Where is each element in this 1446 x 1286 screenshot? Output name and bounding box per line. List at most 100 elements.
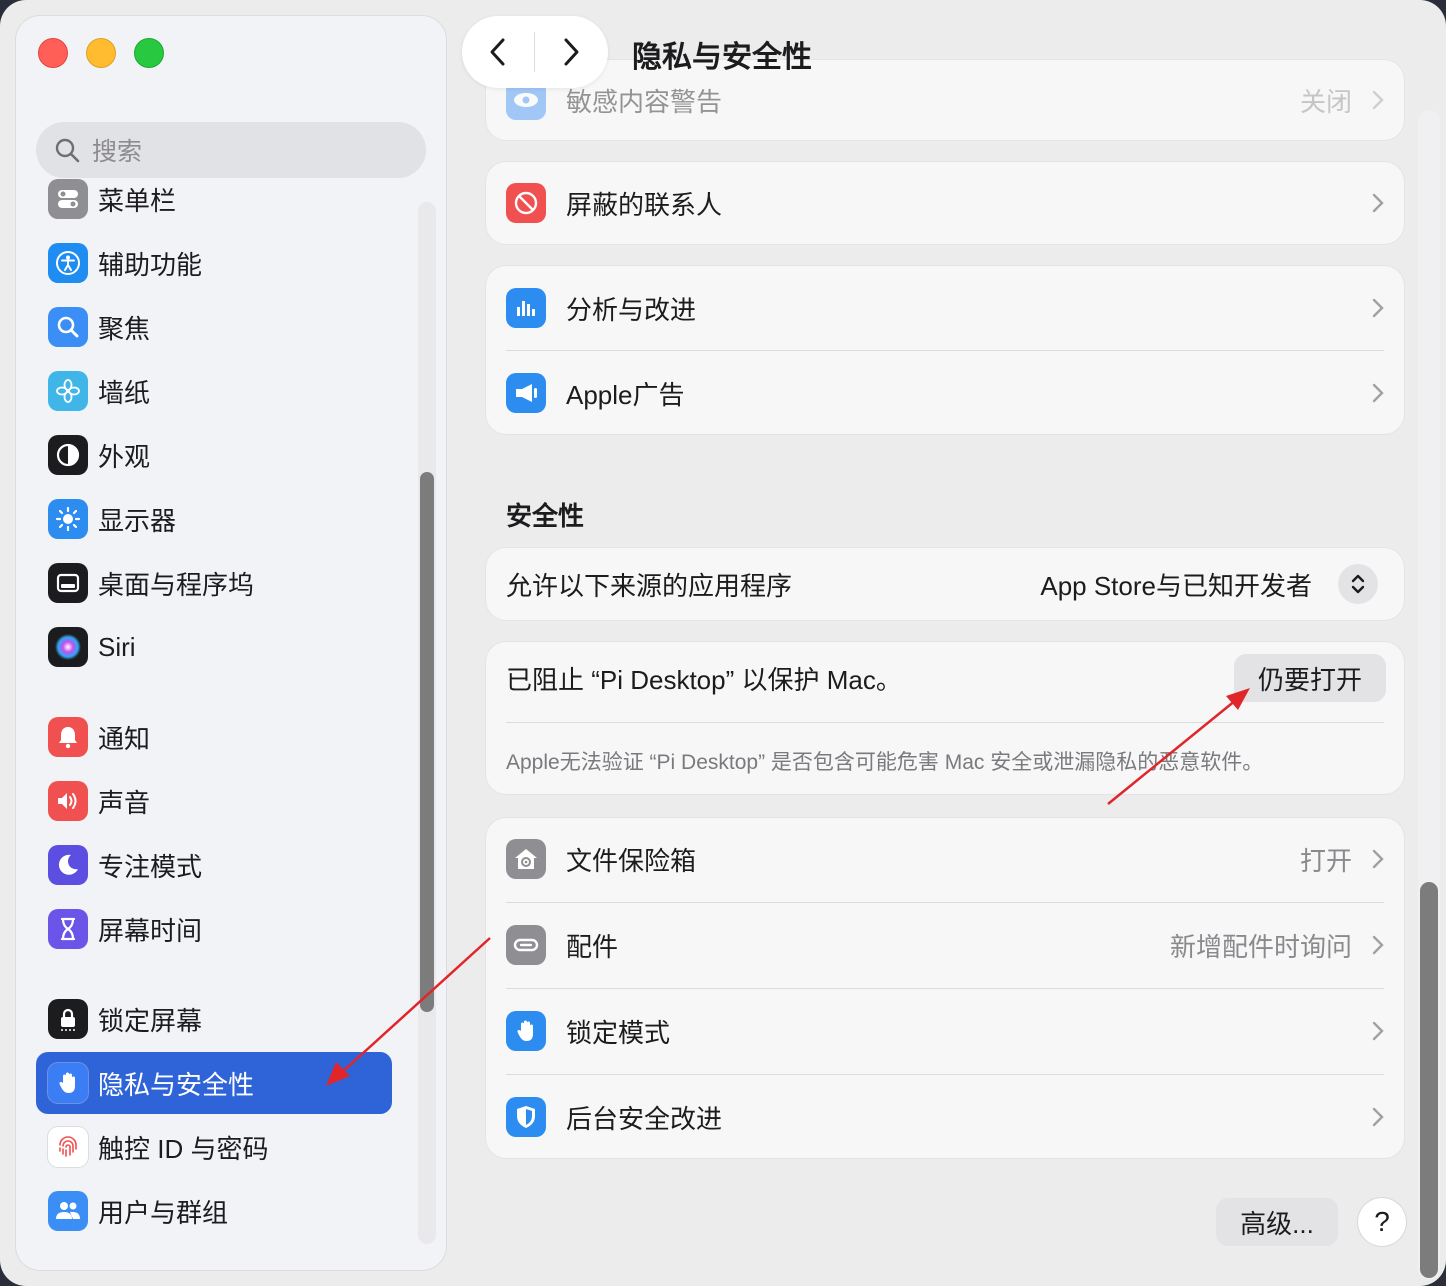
- sidebar-item-label: 显示器: [98, 505, 177, 536]
- main-scroll-thumb[interactable]: [1420, 882, 1438, 1278]
- sidebar-item-label: 桌面与程序坞: [98, 569, 255, 600]
- sidebar-item-displays[interactable]: 显示器: [36, 488, 392, 550]
- filevault-row[interactable]: 文件保险箱 打开: [486, 839, 1404, 879]
- divider: [506, 722, 1384, 723]
- sensitive-content-row[interactable]: 敏感内容警告 关闭: [486, 80, 1404, 120]
- sidebar-item-lock-screen[interactable]: 锁定屏幕: [36, 988, 392, 1050]
- lock-screen-icon: [48, 999, 88, 1039]
- users-icon: [48, 1191, 88, 1231]
- sidebar-item-spotlight[interactable]: 聚焦: [36, 296, 392, 358]
- lockdown-mode-row[interactable]: 锁定模式: [486, 1011, 1404, 1051]
- blocked-app-card: 已阻止 “Pi Desktop” 以保护 Mac。 仍要打开 Apple无法验证…: [486, 642, 1404, 794]
- accessory-connector-icon: [506, 925, 546, 965]
- chevron-left-icon: [490, 38, 505, 66]
- close-window-button[interactable]: [38, 38, 68, 68]
- sidebar-item-appearance[interactable]: 外观: [36, 424, 392, 486]
- allow-apps-label: 允许以下来源的应用程序: [506, 570, 793, 601]
- accessories-label: 配件: [566, 931, 619, 962]
- help-button[interactable]: ?: [1358, 1198, 1406, 1246]
- accessibility-icon: [48, 243, 88, 283]
- privacy-hand-icon: [48, 1063, 88, 1103]
- sidebar-item-label: 触控 ID 与密码: [98, 1133, 269, 1164]
- allow-apps-value[interactable]: App Store与已知开发者: [1040, 566, 1312, 603]
- apple-ads-label: Apple广告: [566, 379, 685, 410]
- background-security-label: 后台安全改进: [566, 1103, 723, 1134]
- page-title: 隐私与安全性: [632, 41, 812, 74]
- zoom-window-button[interactable]: [134, 38, 164, 68]
- sidebar-scroll-thumb[interactable]: [420, 472, 434, 1012]
- sidebar-item-users-groups[interactable]: 用户与群组: [36, 1180, 392, 1242]
- chevron-right-icon: [1372, 1021, 1384, 1041]
- sidebar-item-menubar[interactable]: 菜单栏: [36, 168, 392, 230]
- shield-icon: [506, 1097, 546, 1137]
- sidebar-item-label: 聚焦: [98, 313, 151, 344]
- chevron-right-icon: [1372, 849, 1384, 869]
- chevron-right-icon: [564, 38, 579, 66]
- sidebar-item-screen-time[interactable]: 屏幕时间: [36, 898, 392, 960]
- wallpaper-icon: [48, 371, 88, 411]
- sidebar-item-wallpaper[interactable]: 墙纸: [36, 360, 392, 422]
- appearance-icon: [48, 435, 88, 475]
- search-icon: [55, 138, 80, 163]
- back-button[interactable]: [462, 16, 534, 88]
- megaphone-icon: [506, 373, 546, 413]
- chevron-right-icon: [1372, 383, 1384, 403]
- window-controls: [38, 38, 164, 68]
- sidebar-item-privacy-security[interactable]: 隐私与安全性: [36, 1052, 392, 1114]
- sidebar: 搜索 菜单栏 辅助功能 聚焦 墙纸 外观 显示器 桌面与程序坞 Siri 通知 …: [16, 16, 446, 1270]
- sidebar-item-label: 辅助功能: [98, 249, 203, 280]
- sidebar-item-label: Siri: [98, 631, 136, 662]
- sidebar-item-accessibility[interactable]: 辅助功能: [36, 232, 392, 294]
- fingerprint-icon: [48, 1127, 88, 1167]
- accessories-row[interactable]: 配件 新增配件时询问: [486, 925, 1404, 965]
- sidebar-item-label: 锁定屏幕: [98, 1005, 203, 1036]
- blocked-contacts-card: 屏蔽的联系人: [486, 162, 1404, 244]
- sidebar-item-desktop-dock[interactable]: 桌面与程序坞: [36, 552, 392, 614]
- filevault-label: 文件保险箱: [566, 845, 697, 876]
- advanced-button[interactable]: 高级...: [1216, 1198, 1338, 1246]
- sound-icon: [48, 781, 88, 821]
- divider: [506, 350, 1384, 351]
- divider: [506, 988, 1384, 989]
- blocked-contacts-label: 屏蔽的联系人: [566, 189, 723, 220]
- search-placeholder: 搜索: [92, 138, 143, 166]
- blocked-contacts-row[interactable]: 屏蔽的联系人: [486, 183, 1404, 223]
- sensitive-content-value: 关闭: [1299, 86, 1352, 117]
- sidebar-item-label: 用户与群组: [98, 1197, 229, 1228]
- allow-apps-row: 允许以下来源的应用程序 App Store与已知开发者: [486, 564, 1404, 604]
- filevault-house-icon: [506, 839, 546, 879]
- divider: [506, 1074, 1384, 1075]
- chevron-right-icon: [1372, 193, 1384, 213]
- sidebar-item-notifications[interactable]: 通知: [36, 706, 392, 768]
- sidebar-item-label: 隐私与安全性: [98, 1069, 255, 1100]
- sidebar-item-label: 专注模式: [98, 851, 203, 882]
- blocked-app-detail: Apple无法验证 “Pi Desktop” 是否包含可能危害 Mac 安全或泄…: [506, 751, 1264, 774]
- open-anyway-button[interactable]: 仍要打开: [1234, 654, 1386, 702]
- apple-ads-row[interactable]: Apple广告: [486, 373, 1404, 413]
- analytics-row[interactable]: 分析与改进: [486, 288, 1404, 328]
- chevron-right-icon: [1372, 298, 1384, 318]
- blocked-app-message: 已阻止 “Pi Desktop” 以保护 Mac。: [506, 664, 902, 695]
- security-options-card: 文件保险箱 打开 配件 新增配件时询问 锁定模式 后台安全改进: [486, 818, 1404, 1158]
- sidebar-item-focus[interactable]: 专注模式: [36, 834, 392, 896]
- chevron-right-icon: [1372, 935, 1384, 955]
- forward-button[interactable]: [535, 16, 607, 88]
- display-icon: [48, 499, 88, 539]
- menubar-icon: [48, 179, 88, 219]
- sidebar-item-siri[interactable]: Siri: [36, 616, 392, 678]
- sidebar-item-label: 墙纸: [98, 377, 151, 408]
- updown-chevron-icon: [1351, 574, 1365, 594]
- background-security-row[interactable]: 后台安全改进: [486, 1097, 1404, 1137]
- sidebar-item-label: 声音: [98, 787, 151, 818]
- sidebar-item-sound[interactable]: 声音: [36, 770, 392, 832]
- sensitive-content-card: 敏感内容警告 关闭: [486, 60, 1404, 140]
- analytics-ads-card: 分析与改进 Apple广告: [486, 266, 1404, 434]
- analytics-label: 分析与改进: [566, 294, 697, 325]
- minimize-window-button[interactable]: [86, 38, 116, 68]
- blocked-icon: [506, 183, 546, 223]
- allow-apps-popup-button[interactable]: [1338, 564, 1378, 604]
- sidebar-item-touch-id[interactable]: 触控 ID 与密码: [36, 1116, 392, 1178]
- focus-icon: [48, 845, 88, 885]
- sidebar-item-label: 通知: [98, 723, 151, 754]
- accessories-value: 新增配件时询问: [1169, 931, 1352, 962]
